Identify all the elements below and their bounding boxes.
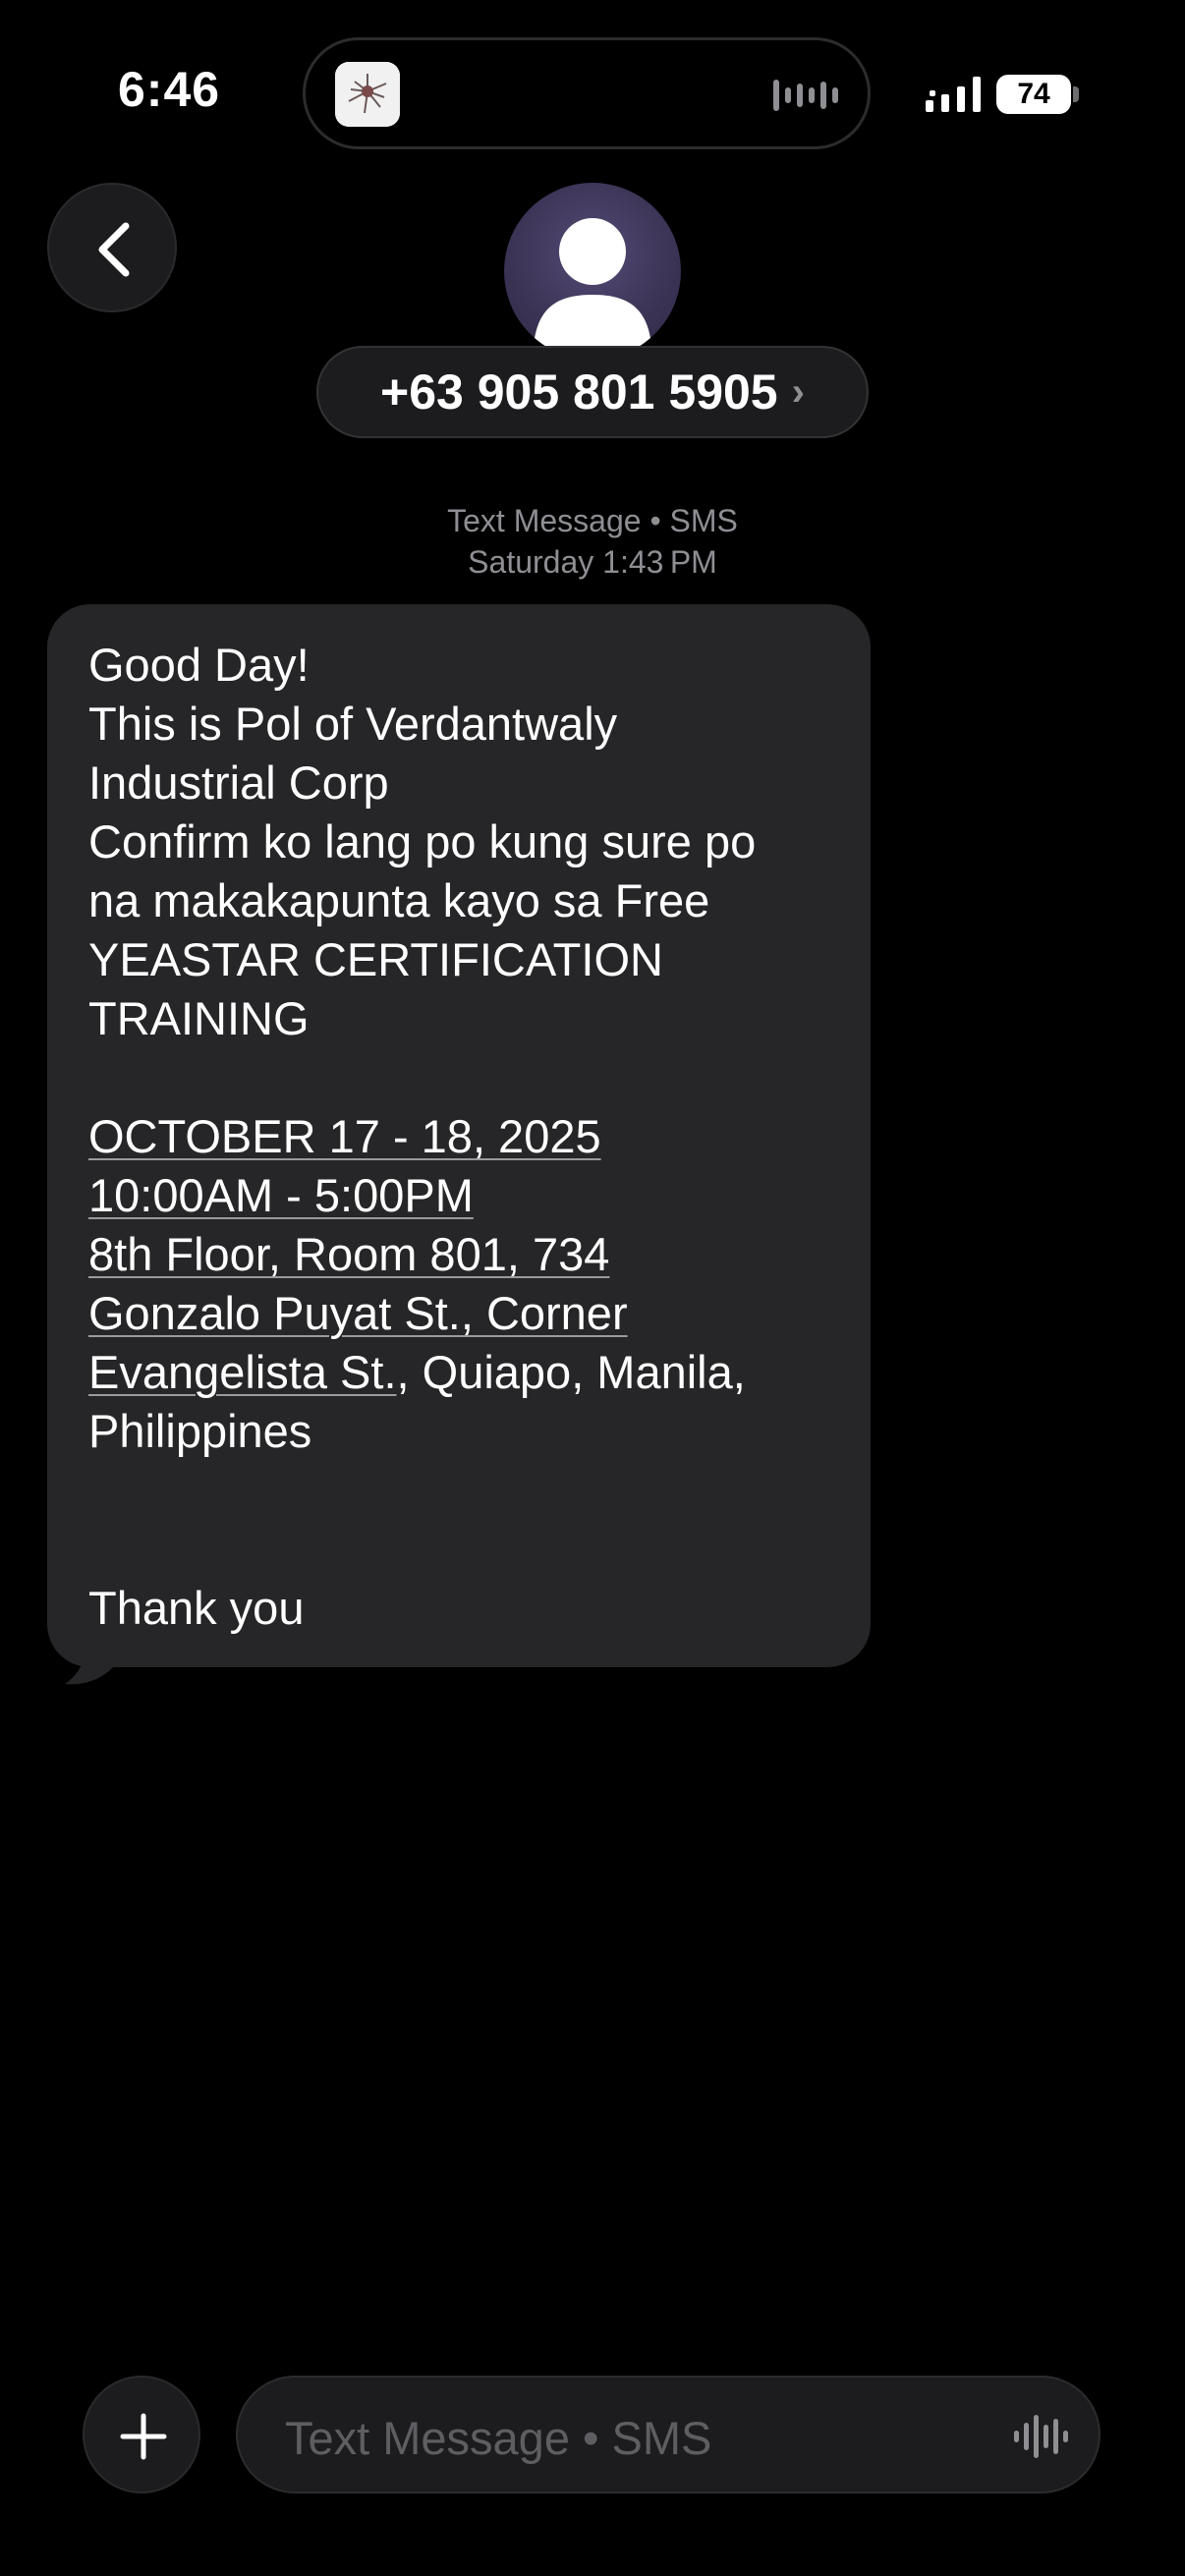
message-line: This is Pol of Verdantwaly bbox=[88, 698, 618, 750]
address-link[interactable]: Gonzalo Puyat St., Corner bbox=[88, 1287, 628, 1339]
message-service-label: Text Message • SMS bbox=[447, 503, 738, 538]
app-icon bbox=[335, 62, 400, 127]
battery-indicator: 74 bbox=[996, 75, 1071, 114]
back-button[interactable] bbox=[47, 183, 177, 312]
contact-avatar[interactable] bbox=[504, 183, 681, 360]
contact-phone-number: +63 905 801 5905 bbox=[380, 364, 778, 420]
address-line: Evangelista St., Quiapo, Manila, bbox=[88, 1343, 829, 1402]
address-line: Philippines bbox=[88, 1405, 312, 1457]
time-link-line: 10:00AM - 5:00PM bbox=[88, 1166, 829, 1225]
waveform-icon bbox=[773, 76, 838, 120]
message-timestamp: Saturday 1:43 PM bbox=[0, 544, 1185, 581]
address-line: Gonzalo Puyat St., Corner bbox=[88, 1284, 829, 1343]
person-icon bbox=[534, 218, 651, 346]
message-line: Industrial Corp bbox=[88, 756, 389, 809]
plus-icon bbox=[120, 2413, 167, 2460]
address-link[interactable]: Evangelista St. bbox=[88, 1346, 397, 1398]
address-text: , Quiapo, Manila, bbox=[396, 1346, 746, 1398]
chevron-left-icon bbox=[98, 222, 130, 277]
dynamic-island[interactable] bbox=[303, 37, 871, 149]
address-line: 8th Floor, Room 801, 734 bbox=[88, 1225, 829, 1284]
contact-details-button[interactable]: +63 905 801 5905 › bbox=[316, 346, 869, 438]
time-link[interactable]: 10:00AM - 5:00PM bbox=[88, 1169, 474, 1221]
message-input[interactable]: Text Message • SMS bbox=[236, 2376, 1100, 2493]
message-line: Confirm ko lang po kung sure po bbox=[88, 815, 757, 868]
message-line: na makakapunta kayo sa Free bbox=[88, 874, 710, 926]
bubble-tail bbox=[65, 1651, 116, 1685]
status-time: 6:46 bbox=[118, 62, 221, 117]
date-link-line: OCTOBER 17 - 18, 2025 bbox=[88, 1107, 829, 1166]
audio-message-button[interactable] bbox=[1014, 2413, 1069, 2465]
waveform-icon bbox=[1014, 2415, 1068, 2458]
add-attachment-button[interactable] bbox=[83, 2376, 200, 2493]
timestamp-day: Saturday bbox=[468, 544, 594, 580]
battery-cap bbox=[1073, 86, 1079, 102]
message-line: TRAINING bbox=[88, 992, 310, 1044]
message-line: YEASTAR CERTIFICATION bbox=[88, 933, 663, 985]
address-link[interactable]: 8th Floor, Room 801, 734 bbox=[88, 1228, 609, 1280]
incoming-message-bubble[interactable]: Good Day! This is Pol of Verdantwaly Ind… bbox=[47, 604, 871, 1667]
cellular-signal-icon bbox=[926, 77, 983, 117]
message-input-placeholder: Text Message • SMS bbox=[285, 2412, 712, 2464]
message-line: Good Day! bbox=[88, 639, 310, 691]
message-line: Thank you bbox=[88, 1582, 305, 1634]
chevron-right-icon: › bbox=[791, 369, 805, 414]
timestamp-time: 1:43 PM bbox=[602, 544, 717, 580]
date-link[interactable]: OCTOBER 17 - 18, 2025 bbox=[88, 1110, 601, 1162]
